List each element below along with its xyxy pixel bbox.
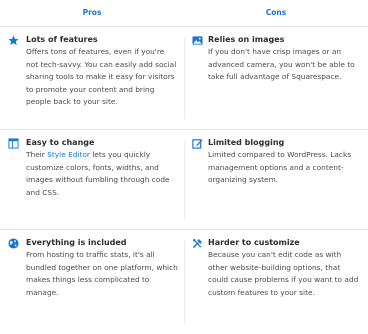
pros-cons-table: Pros Cons Lots of features Offers tons o…: [0, 0, 368, 334]
pro-title: Easy to change: [26, 138, 95, 147]
table-row: Everything is included From hosting to t…: [0, 230, 368, 334]
con-description: Limited compared to WordPress. Lacks man…: [208, 150, 352, 185]
pro-cell: Everything is included From hosting to t…: [0, 230, 184, 334]
con-description: If you don't have crisp images or an adv…: [208, 47, 355, 82]
table-row: Easy to change Their Style Editor lets y…: [0, 130, 368, 230]
con-description: Because you can't edit code as with othe…: [208, 250, 359, 297]
con-cell: Relies on images If you don't have crisp…: [184, 27, 368, 129]
pro-description: From hosting to traffic stats, it's all …: [26, 250, 178, 297]
con-cell: Harder to customize Because you can't ed…: [184, 230, 368, 334]
layout-icon: [8, 138, 19, 149]
star-icon: [8, 35, 19, 46]
con-cell: Limited blogging Limited compared to Wor…: [184, 130, 368, 229]
pros-header: Pros: [82, 8, 102, 17]
pro-description: Offers tons of features, even if you're …: [26, 47, 177, 107]
con-title: Harder to customize: [208, 238, 300, 247]
desc-text: Their: [26, 150, 48, 159]
table-header: Pros Cons: [0, 0, 368, 27]
pro-description: Their Style Editor lets you quickly cust…: [26, 149, 178, 199]
pro-cell: Lots of features Offers tons of features…: [0, 27, 184, 129]
tools-icon: [192, 238, 203, 249]
edit-icon: [192, 139, 203, 149]
pro-title: Everything is included: [26, 238, 127, 247]
con-title: Limited blogging: [208, 138, 285, 147]
globe-icon: [8, 238, 19, 249]
style-editor-link[interactable]: Style Editor: [47, 150, 90, 159]
pro-cell: Easy to change Their Style Editor lets y…: [0, 130, 184, 229]
table-row: Lots of features Offers tons of features…: [0, 27, 368, 130]
con-title: Relies on images: [208, 35, 285, 44]
pro-title: Lots of features: [26, 35, 98, 44]
image-icon: [192, 36, 203, 45]
cons-header: Cons: [265, 8, 287, 17]
